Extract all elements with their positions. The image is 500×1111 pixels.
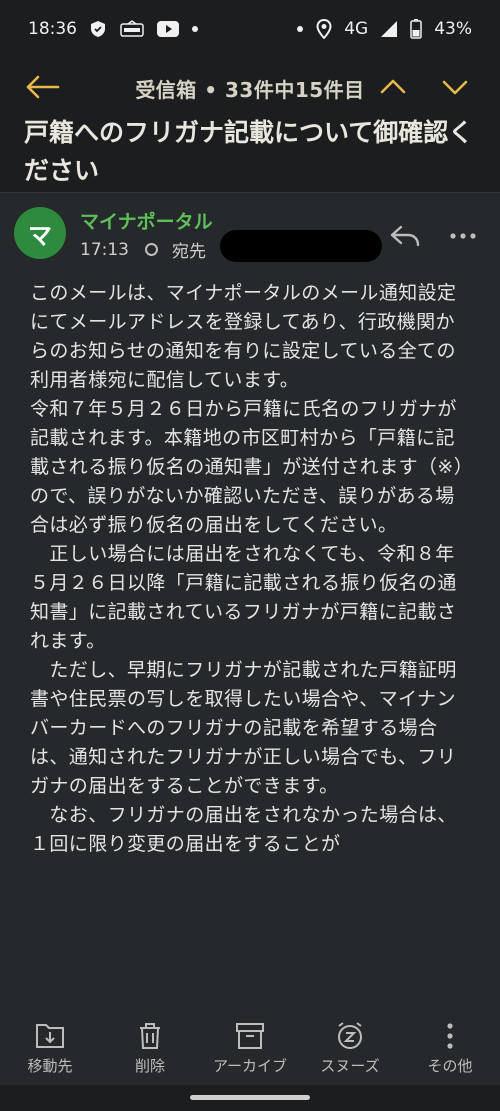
bottom-action-bar: 移動先 削除 アーカイブ スヌーズ その他: [0, 1013, 500, 1085]
recipient-label: 宛先: [172, 242, 206, 262]
app-bar: 受信箱 • 33件中15件目: [0, 62, 500, 114]
shield-icon: [89, 20, 107, 38]
email-meta[interactable]: 17:13 宛先: [80, 237, 206, 263]
battery-level: 43%: [434, 19, 472, 39]
redacted-recipient: [220, 230, 382, 262]
avatar[interactable]: マ: [14, 207, 66, 259]
reply-icon: [390, 225, 420, 247]
location-icon: [316, 19, 332, 39]
delete-button[interactable]: 削除: [100, 1013, 200, 1085]
email-subject: 戸籍へのフリガナ記載について御確認ください: [24, 118, 474, 185]
snooze-clock-icon: [338, 1022, 362, 1049]
status-bar: 18:36 4G 43%: [0, 0, 500, 58]
next-email-button[interactable]: [440, 74, 472, 102]
circle-icon: [145, 243, 158, 256]
email-card: マ マイナポータル 17:13 宛先 このメールは、マイナポータルのメール通知設…: [0, 193, 500, 1013]
more-actions-button[interactable]: その他: [400, 1013, 500, 1085]
sender-name[interactable]: マイナポータル: [80, 207, 213, 234]
inbox-position-title: 受信箱 • 33件中15件目: [135, 78, 365, 102]
gesture-area: [0, 1085, 500, 1111]
more-label: その他: [427, 1057, 473, 1075]
snooze-label: スヌーズ: [320, 1057, 380, 1075]
previous-email-button[interactable]: [378, 74, 410, 102]
move-to-folder-icon: [36, 1024, 64, 1048]
youtube-icon: [157, 21, 179, 37]
battery-icon: [410, 19, 422, 39]
delete-label: 削除: [134, 1057, 165, 1075]
email-body: このメールは、マイナポータルのメール通知設定にてメールアドレスを登録してあり、行…: [30, 282, 474, 855]
signal-icon: [380, 20, 398, 38]
notification-dot-icon: [191, 25, 199, 33]
more-options-button[interactable]: [446, 221, 482, 253]
network-type: 4G: [344, 19, 369, 39]
status-time: 18:36: [28, 19, 77, 39]
chevron-down-icon: [442, 80, 468, 95]
snooze-button[interactable]: スヌーズ: [300, 1013, 400, 1085]
trash-icon: [140, 1023, 160, 1049]
more-vertical-icon: [447, 1023, 453, 1049]
move-label: 移動先: [27, 1057, 73, 1075]
notification-dot-icon: [296, 25, 304, 33]
gesture-handle[interactable]: [190, 1095, 310, 1100]
email-time: 17:13: [80, 239, 129, 260]
move-button[interactable]: 移動先: [0, 1013, 100, 1085]
archive-icon: [236, 1023, 264, 1049]
chevron-up-icon: [380, 79, 406, 94]
archive-label: アーカイブ: [212, 1057, 288, 1075]
more-horizontal-icon: [450, 233, 476, 239]
archive-button[interactable]: アーカイブ: [200, 1013, 300, 1085]
news-icon: [119, 20, 145, 38]
reply-button[interactable]: [388, 221, 424, 253]
